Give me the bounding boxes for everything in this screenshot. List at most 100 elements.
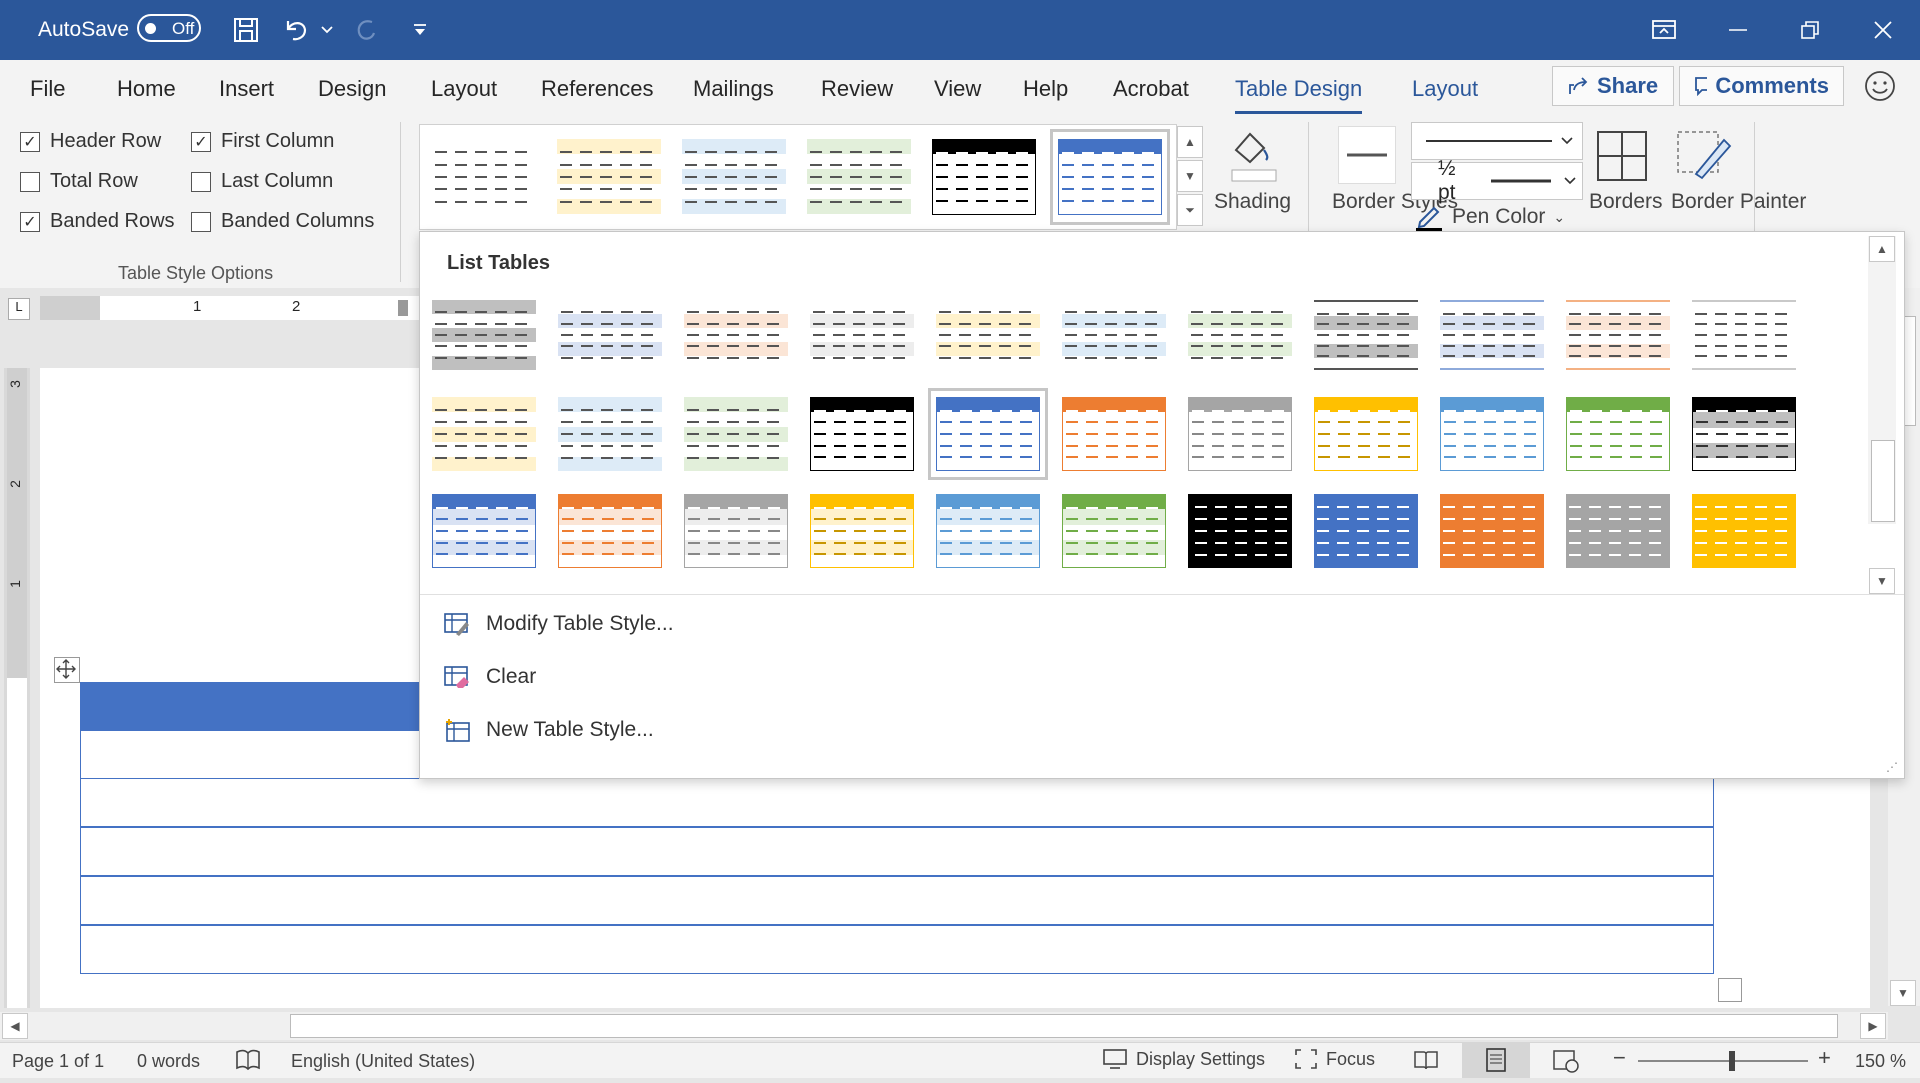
style-thumb-list-3-7[interactable] — [1188, 494, 1292, 568]
style-thumb-blue-selected[interactable] — [1058, 139, 1162, 215]
style-thumb-list-2-6[interactable] — [1062, 397, 1166, 471]
style-thumb-plain[interactable] — [432, 139, 536, 215]
style-thumb-list-1-8[interactable] — [1314, 300, 1418, 370]
style-thumb-list-3-4[interactable] — [810, 494, 914, 568]
tab-design[interactable]: Design — [318, 76, 386, 102]
first-column-checkbox[interactable]: ✓ — [191, 131, 211, 152]
style-thumb-list-1-1[interactable] — [432, 300, 536, 370]
option-header-row[interactable]: ✓ Header Row — [20, 130, 161, 153]
borders-icon[interactable] — [1594, 128, 1650, 184]
style-thumb-list-1-11[interactable] — [1692, 300, 1796, 370]
zoom-out-button[interactable]: − — [1613, 1045, 1626, 1071]
tab-mailings[interactable]: Mailings — [693, 76, 774, 102]
undo-icon[interactable] — [278, 12, 314, 48]
gallery-scroll-up-button[interactable]: ▲ — [1177, 126, 1203, 158]
scroll-left-button[interactable]: ◀ — [2, 1013, 28, 1039]
customize-qat-icon[interactable] — [402, 12, 438, 48]
comments-button[interactable]: Comments — [1679, 66, 1844, 106]
option-banded-columns[interactable]: Banded Columns — [191, 210, 374, 233]
horizontal-scrollbar[interactable]: ◀ ▶ — [0, 1012, 1888, 1040]
horizontal-scroll-thumb[interactable] — [290, 1014, 1838, 1038]
table-row[interactable] — [80, 827, 1714, 876]
table-header-row[interactable] — [80, 682, 420, 731]
option-last-column[interactable]: Last Column — [191, 170, 333, 193]
gallery-scroll-down-arrow[interactable]: ▼ — [1869, 568, 1895, 594]
option-total-row[interactable]: Total Row — [20, 170, 138, 193]
style-thumb-list-2-2[interactable] — [558, 397, 662, 471]
table-resize-handle[interactable] — [1718, 978, 1742, 1002]
last-column-checkbox[interactable] — [191, 171, 211, 192]
resize-grip-icon[interactable]: ⋰ — [1886, 760, 1898, 774]
tab-selector[interactable]: L — [8, 298, 30, 320]
web-layout-icon[interactable] — [1552, 1049, 1580, 1078]
border-styles-icon[interactable] — [1338, 126, 1396, 184]
clear-menu-item[interactable]: Clear — [444, 665, 536, 689]
pen-color-button[interactable]: Pen Color ⌄ — [1414, 202, 1565, 232]
gallery-scrollbar[interactable]: ▲ ▼ — [1868, 236, 1896, 594]
border-painter-label[interactable]: Border Painter — [1671, 190, 1806, 214]
print-layout-view-button[interactable] — [1462, 1043, 1530, 1078]
style-thumb-list-3-6[interactable] — [1062, 494, 1166, 568]
modify-table-style-menu-item[interactable]: Modify Table Style... — [444, 612, 674, 636]
zoom-level[interactable]: 150 % — [1855, 1051, 1906, 1072]
gallery-more-button[interactable]: ⏷ — [1177, 194, 1203, 226]
style-thumb-list-2-4[interactable] — [810, 397, 914, 471]
word-count[interactable]: 0 words — [137, 1051, 200, 1072]
style-thumb-black[interactable] — [932, 139, 1036, 215]
language[interactable]: English (United States) — [291, 1051, 475, 1072]
border-painter-icon[interactable] — [1676, 126, 1732, 184]
share-button[interactable]: Share — [1552, 66, 1674, 106]
undo-dropdown-icon[interactable] — [314, 12, 340, 48]
restore-icon[interactable] — [1792, 12, 1828, 48]
style-thumb-list-3-3[interactable] — [684, 494, 788, 568]
style-thumb-list-2-7[interactable] — [1188, 397, 1292, 471]
line-style-dropdown[interactable] — [1411, 122, 1583, 160]
style-thumb-list-3-5[interactable] — [936, 494, 1040, 568]
tab-help[interactable]: Help — [1023, 76, 1068, 102]
banded-columns-checkbox[interactable] — [191, 211, 211, 232]
total-row-checkbox[interactable] — [20, 171, 40, 192]
scroll-right-button[interactable]: ▶ — [1860, 1013, 1886, 1039]
style-thumb-list-1-5[interactable] — [936, 300, 1040, 370]
table-row[interactable] — [80, 731, 421, 780]
zoom-in-button[interactable]: + — [1818, 1045, 1831, 1071]
style-thumb-list-1-6[interactable] — [1062, 300, 1166, 370]
tab-references[interactable]: References — [541, 76, 654, 102]
style-thumb-blue[interactable] — [682, 139, 786, 215]
tab-insert[interactable]: Insert — [219, 76, 274, 102]
tab-table-layout[interactable]: Layout — [1412, 76, 1478, 102]
option-first-column[interactable]: ✓ First Column — [191, 130, 334, 153]
tab-table-design[interactable]: Table Design — [1235, 76, 1363, 114]
style-thumb-list-2-11[interactable] — [1692, 397, 1796, 471]
save-icon[interactable] — [228, 12, 264, 48]
style-thumb-list-1-10[interactable] — [1566, 300, 1670, 370]
style-thumb-list-2-1[interactable] — [432, 397, 536, 471]
gallery-scroll-thumb[interactable] — [1871, 440, 1895, 522]
tab-review[interactable]: Review — [821, 76, 893, 102]
zoom-slider-thumb[interactable] — [1729, 1051, 1735, 1071]
style-thumb-list-3-10[interactable] — [1566, 494, 1670, 568]
ruler-column-marker[interactable] — [398, 300, 408, 316]
focus-button[interactable]: Focus — [1294, 1048, 1375, 1070]
tab-home[interactable]: Home — [117, 76, 176, 102]
style-thumb-list-1-2[interactable] — [558, 300, 662, 370]
option-banded-rows[interactable]: ✓ Banded Rows — [20, 210, 175, 233]
table-row[interactable] — [80, 778, 1714, 827]
style-thumb-list-1-4[interactable] — [810, 300, 914, 370]
style-thumb-list-3-2[interactable] — [558, 494, 662, 568]
feedback-smiley-icon[interactable] — [1864, 70, 1896, 107]
ribbon-display-icon[interactable] — [1646, 12, 1682, 48]
table-row[interactable] — [80, 876, 1714, 925]
style-thumb-gold[interactable] — [557, 139, 661, 215]
page-count[interactable]: Page 1 of 1 — [12, 1051, 104, 1072]
style-thumb-list-1-9[interactable] — [1440, 300, 1544, 370]
borders-label[interactable]: Borders — [1589, 190, 1663, 214]
tab-layout[interactable]: Layout — [431, 76, 497, 102]
style-thumb-list-2-8[interactable] — [1314, 397, 1418, 471]
tab-view[interactable]: View — [934, 76, 981, 102]
autosave-toggle[interactable]: Off — [137, 14, 201, 42]
header-row-checkbox[interactable]: ✓ — [20, 131, 40, 152]
shading-label[interactable]: Shading — [1214, 190, 1291, 214]
style-thumb-list-3-8[interactable] — [1314, 494, 1418, 568]
style-thumb-list-3-1[interactable] — [432, 494, 536, 568]
